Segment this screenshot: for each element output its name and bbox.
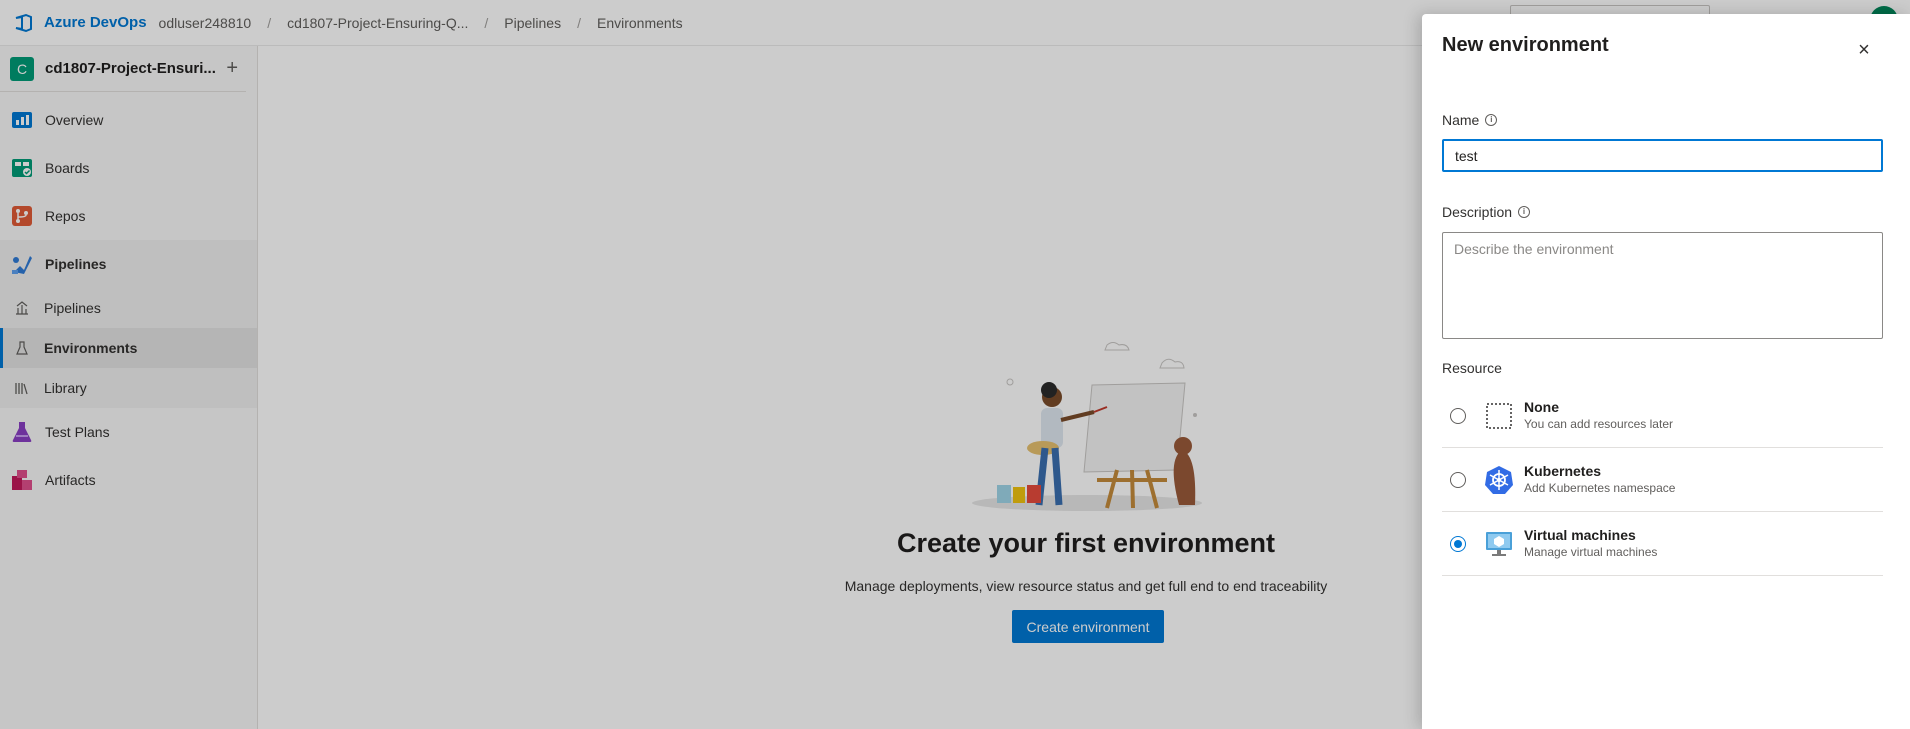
panel-title: New environment <box>1442 34 1609 56</box>
resource-option-virtual-machines[interactable]: Virtual machines Manage virtual machines <box>1442 513 1883 576</box>
name-input[interactable] <box>1442 139 1883 172</box>
description-label-text: Description <box>1442 204 1513 220</box>
name-label: Name i <box>1442 112 1498 128</box>
resource-option-kubernetes[interactable]: Kubernetes Add Kubernetes namespace <box>1442 449 1883 512</box>
resource-name: Virtual machines <box>1524 527 1636 543</box>
resource-option-none[interactable]: None You can add resources later <box>1442 385 1883 448</box>
resource-name: None <box>1524 399 1559 415</box>
kubernetes-icon <box>1485 466 1513 494</box>
none-resource-icon <box>1486 403 1512 429</box>
info-icon[interactable]: i <box>1518 206 1531 218</box>
resource-desc: You can add resources later <box>1524 417 1673 431</box>
info-icon[interactable]: i <box>1485 114 1498 126</box>
description-input[interactable] <box>1442 232 1883 339</box>
resource-desc: Add Kubernetes namespace <box>1524 481 1676 495</box>
name-label-text: Name <box>1442 112 1480 128</box>
resource-desc: Manage virtual machines <box>1524 545 1658 559</box>
resource-name: Kubernetes <box>1524 463 1602 479</box>
new-environment-panel: New environment × Name i Description i R… <box>1422 14 1910 729</box>
resource-label: Resource <box>1442 360 1502 376</box>
resource-radio-selected[interactable] <box>1450 536 1466 552</box>
close-icon[interactable]: × <box>1850 36 1878 64</box>
resource-radio[interactable] <box>1450 472 1466 488</box>
virtual-machine-icon <box>1486 532 1512 556</box>
resource-radio[interactable] <box>1450 408 1466 424</box>
description-label: Description i <box>1442 204 1531 220</box>
